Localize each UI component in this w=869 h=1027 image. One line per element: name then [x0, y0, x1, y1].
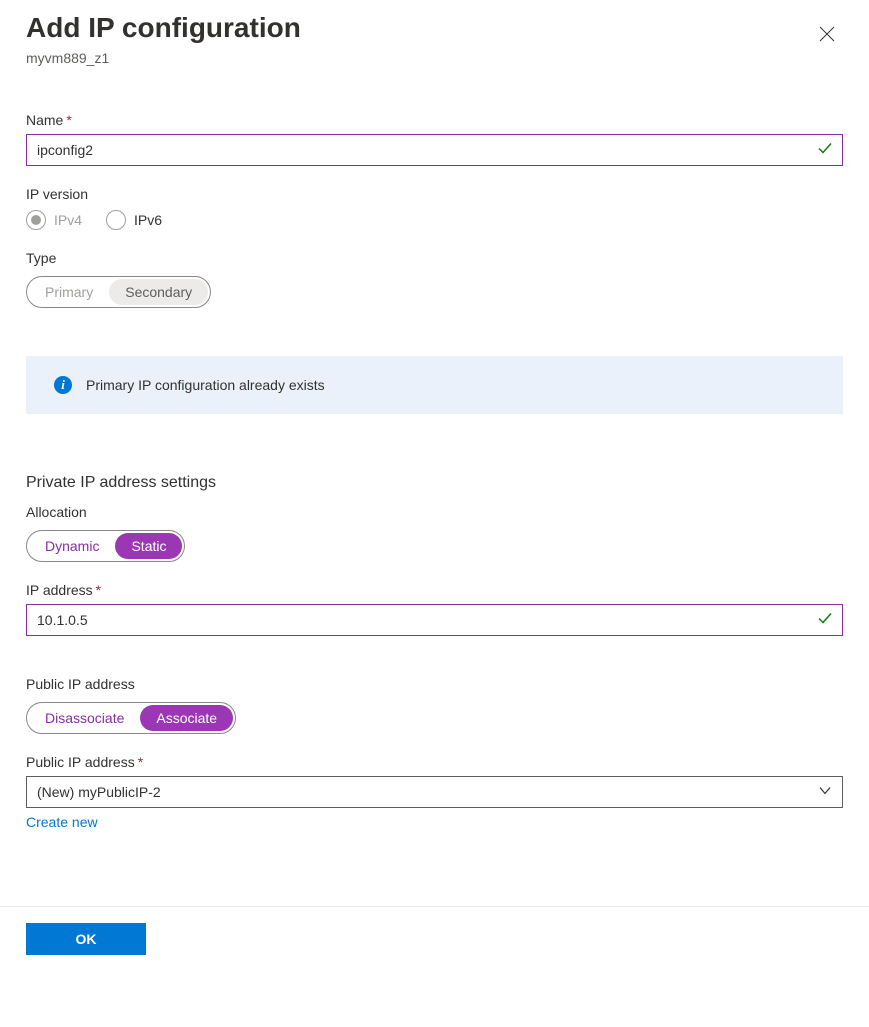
create-new-link[interactable]: Create new	[26, 814, 98, 830]
info-icon: i	[54, 376, 72, 394]
type-toggle: Primary Secondary	[26, 276, 211, 308]
public-ip-address-label: Public IP address*	[26, 754, 843, 770]
page-title: Add IP configuration	[26, 10, 301, 46]
ip-address-label: IP address*	[26, 582, 843, 598]
allocation-label: Allocation	[26, 504, 843, 520]
public-ip-toggle: Disassociate Associate	[26, 702, 236, 734]
allocation-dynamic-button[interactable]: Dynamic	[29, 533, 115, 559]
allocation-toggle: Dynamic Static	[26, 530, 185, 562]
type-secondary-button: Secondary	[109, 279, 208, 305]
ipv4-radio[interactable]: IPv4	[26, 210, 82, 230]
public-ip-selected-value: (New) myPublicIP-2	[37, 784, 161, 800]
info-message-box: i Primary IP configuration already exist…	[26, 356, 843, 414]
check-icon	[817, 611, 833, 630]
associate-button[interactable]: Associate	[140, 705, 233, 731]
close-icon	[819, 30, 835, 45]
disassociate-button[interactable]: Disassociate	[29, 705, 140, 731]
type-label: Type	[26, 250, 843, 266]
page-subtitle: myvm889_z1	[26, 50, 301, 66]
radio-unselected-icon	[106, 210, 126, 230]
ip-version-label: IP version	[26, 186, 843, 202]
private-ip-heading: Private IP address settings	[26, 474, 843, 492]
allocation-static-button[interactable]: Static	[115, 533, 182, 559]
name-input[interactable]	[26, 134, 843, 166]
ipv6-radio[interactable]: IPv6	[106, 210, 162, 230]
name-label: Name*	[26, 112, 843, 128]
ok-button[interactable]: OK	[26, 923, 146, 955]
info-message-text: Primary IP configuration already exists	[86, 377, 325, 393]
close-button[interactable]	[811, 18, 843, 53]
check-icon	[817, 141, 833, 160]
chevron-down-icon	[818, 784, 832, 801]
public-ip-dropdown[interactable]: (New) myPublicIP-2	[26, 776, 843, 808]
type-primary-button: Primary	[29, 279, 109, 305]
ip-address-input[interactable]	[26, 604, 843, 636]
public-ip-label: Public IP address	[26, 676, 843, 692]
radio-selected-icon	[26, 210, 46, 230]
